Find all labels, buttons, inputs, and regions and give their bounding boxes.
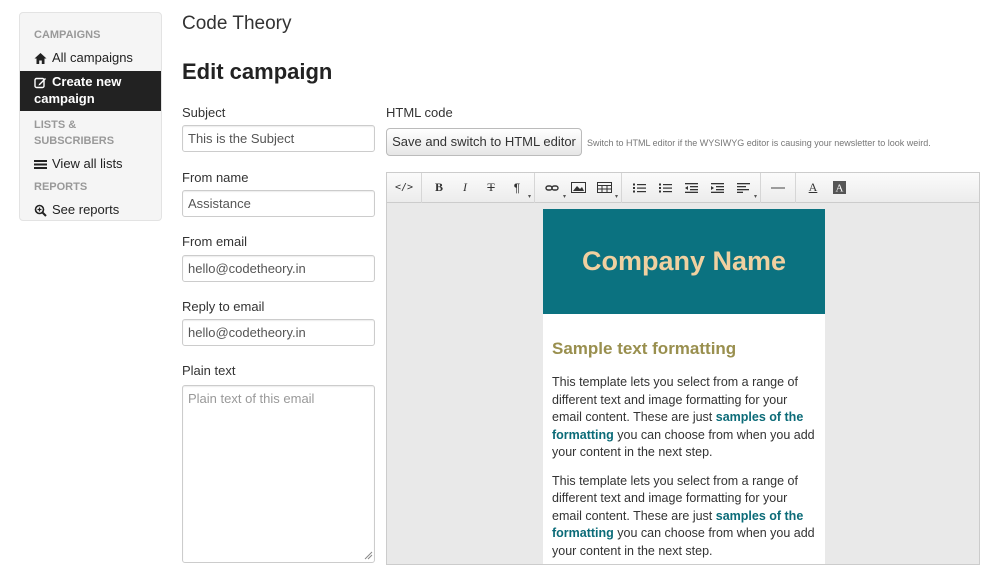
italic-icon[interactable]: I — [454, 177, 476, 199]
table-icon[interactable]: ▾ — [593, 177, 618, 200]
font-color-icon[interactable]: A — [802, 177, 824, 199]
plain-text-label: Plain text — [182, 363, 236, 378]
reply-to-label: Reply to email — [182, 299, 265, 314]
paragraph-glyph: ¶ — [513, 180, 521, 195]
sidebar-nav: CAMPAIGNS All campaigns Create new campa… — [19, 12, 162, 221]
strikethrough-icon[interactable]: T — [480, 177, 502, 199]
from-email-input[interactable] — [182, 255, 375, 282]
from-name-input[interactable] — [182, 190, 375, 217]
toolbar-divider — [621, 173, 622, 203]
zoom-icon — [34, 204, 47, 217]
toolbar-divider — [760, 173, 761, 203]
sidebar-item-label: Create new — [52, 74, 121, 90]
sidebar-item-create-campaign[interactable]: Create new — [20, 71, 161, 93]
caret-icon: ▾ — [753, 193, 757, 200]
email-paragraph: This template lets you select from a ran… — [552, 374, 815, 462]
edit-icon — [34, 76, 47, 89]
resize-grip-icon[interactable] — [364, 551, 373, 560]
indent-icon[interactable] — [706, 177, 728, 199]
caret-icon: ▾ — [614, 193, 618, 200]
nav-header-campaigns: CAMPAIGNS — [34, 29, 101, 41]
reply-to-input[interactable] — [182, 319, 375, 346]
nav-header-reports: REPORTS — [34, 181, 88, 193]
wysiwyg-editor[interactable]: </> B I T ¶ ▾ ▾ ▾ ▾ A A Company Name Sam… — [386, 172, 980, 565]
paragraph-icon[interactable]: ¶ ▾ — [506, 177, 531, 200]
bold-icon[interactable]: B — [428, 177, 450, 199]
source-code-icon[interactable]: </> — [393, 177, 415, 199]
sidebar-item-all-campaigns[interactable]: All campaigns — [20, 47, 161, 69]
page-title: Edit campaign — [182, 59, 333, 84]
sidebar-item-label: See reports — [52, 202, 120, 217]
from-email-label: From email — [182, 234, 248, 249]
svg-text:A: A — [835, 183, 843, 195]
subject-input[interactable] — [182, 125, 375, 152]
caret-icon: ▾ — [527, 193, 531, 200]
toolbar-divider — [534, 173, 535, 203]
ordered-list-icon[interactable] — [654, 177, 676, 199]
switch-hint-text: Switch to HTML editor if the WYSIWYG edi… — [587, 138, 931, 148]
caret-icon: ▾ — [562, 193, 566, 200]
sidebar-item-label: View all lists — [52, 156, 123, 171]
horizontal-rule-icon[interactable] — [767, 177, 789, 199]
unordered-list-icon[interactable] — [628, 177, 650, 199]
email-body: Sample text formatting This template let… — [543, 314, 825, 560]
sidebar-item-see-reports[interactable]: See reports — [20, 199, 161, 221]
header-line: SUBSCRIBERS — [34, 135, 115, 147]
editor-toolbar: </> B I T ¶ ▾ ▾ ▾ ▾ A A — [387, 173, 979, 203]
background-color-icon[interactable]: A — [828, 177, 850, 199]
list-icon — [34, 158, 47, 171]
html-code-label: HTML code — [386, 105, 453, 120]
outdent-icon[interactable] — [680, 177, 702, 199]
align-icon[interactable]: ▾ — [732, 177, 757, 200]
image-icon[interactable] — [567, 177, 589, 199]
brand-name[interactable]: Code Theory — [182, 13, 292, 35]
company-name: Company Name — [581, 246, 787, 276]
toolbar-divider — [421, 173, 422, 203]
header-line: LISTS & — [34, 119, 77, 131]
subject-label: Subject — [182, 105, 226, 120]
sidebar-item-create-campaign-cont[interactable]: campaign — [20, 91, 161, 111]
email-heading: Sample text formatting — [552, 339, 737, 358]
toolbar-divider — [795, 173, 796, 203]
plain-text-textarea[interactable] — [182, 385, 375, 563]
link-icon[interactable]: ▾ — [541, 177, 566, 200]
home-icon — [34, 52, 47, 65]
email-preview: Company Name Sample text formatting This… — [543, 209, 825, 564]
switch-html-editor-button[interactable]: Save and switch to HTML editor — [386, 128, 582, 156]
sidebar-item-view-lists[interactable]: View all lists — [20, 153, 161, 175]
sidebar-item-label: All campaigns — [52, 50, 133, 65]
from-name-label: From name — [182, 170, 249, 185]
nav-header-lists: LISTS & SUBSCRIBERS — [20, 113, 161, 153]
email-header-banner: Company Name — [543, 209, 825, 314]
label-line: Create new — [52, 74, 122, 89]
email-paragraph: This template lets you select from a ran… — [552, 473, 815, 561]
sidebar-item-label: campaign — [34, 91, 95, 106]
